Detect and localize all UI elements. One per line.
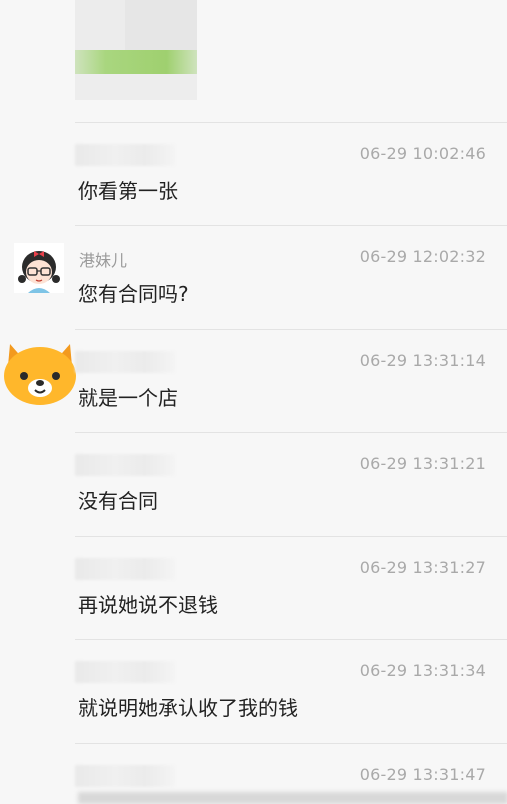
chat-message[interactable]: 06-29 13:31:27 再说她说不退钱 xyxy=(0,536,507,639)
message-text: 就说明她承认收了我的钱 xyxy=(78,696,298,720)
divider xyxy=(75,432,507,433)
message-text: 再说她说不退钱 xyxy=(78,593,218,617)
divider xyxy=(75,743,507,744)
divider xyxy=(75,639,507,640)
sender-name-blurred xyxy=(75,351,175,373)
message-time: 06-29 13:31:27 xyxy=(359,558,486,577)
chat-message[interactable]: 06-29 13:31:14 就是一个店 xyxy=(0,329,507,432)
chat-history: 06-29 10:02:46 你看第一张 港妹儿 06-29 12:02:32 … xyxy=(0,0,507,804)
divider xyxy=(75,122,507,123)
chat-message[interactable]: 06-29 13:31:21 没有合同 xyxy=(0,432,507,535)
chat-message[interactable]: 港妹儿 06-29 12:02:32 您有合同吗? xyxy=(0,225,507,328)
message-time: 06-29 13:31:34 xyxy=(359,661,486,680)
message-time: 06-29 13:31:47 xyxy=(359,765,486,784)
message-text: 没有合同 xyxy=(78,489,158,513)
message-text-partial xyxy=(78,792,507,804)
message-time: 06-29 13:31:14 xyxy=(359,351,486,370)
sender-name-blurred xyxy=(75,558,175,580)
chat-message-image[interactable] xyxy=(0,0,507,103)
message-text: 就是一个店 xyxy=(78,386,178,410)
bear-avatar-icon[interactable] xyxy=(2,334,78,406)
message-text: 你看第一张 xyxy=(78,179,178,203)
sender-name-blurred xyxy=(75,765,175,787)
sender-name-blurred xyxy=(75,454,175,476)
sender-name-blurred xyxy=(75,661,175,683)
image-thumbnail[interactable] xyxy=(75,0,197,100)
message-time: 06-29 10:02:46 xyxy=(359,144,486,163)
chat-message[interactable]: 06-29 13:31:34 就说明她承认收了我的钱 xyxy=(0,639,507,742)
girl-avatar-icon[interactable] xyxy=(14,243,64,293)
message-time: 06-29 12:02:32 xyxy=(359,247,486,266)
divider xyxy=(75,329,507,330)
divider xyxy=(75,536,507,537)
message-time: 06-29 13:31:21 xyxy=(359,454,486,473)
sender-name-blurred xyxy=(75,144,175,166)
divider xyxy=(75,225,507,226)
chat-message[interactable]: 06-29 10:02:46 你看第一张 xyxy=(0,122,507,225)
sender-name: 港妹儿 xyxy=(79,251,128,270)
message-text: 您有合同吗? xyxy=(78,282,189,306)
